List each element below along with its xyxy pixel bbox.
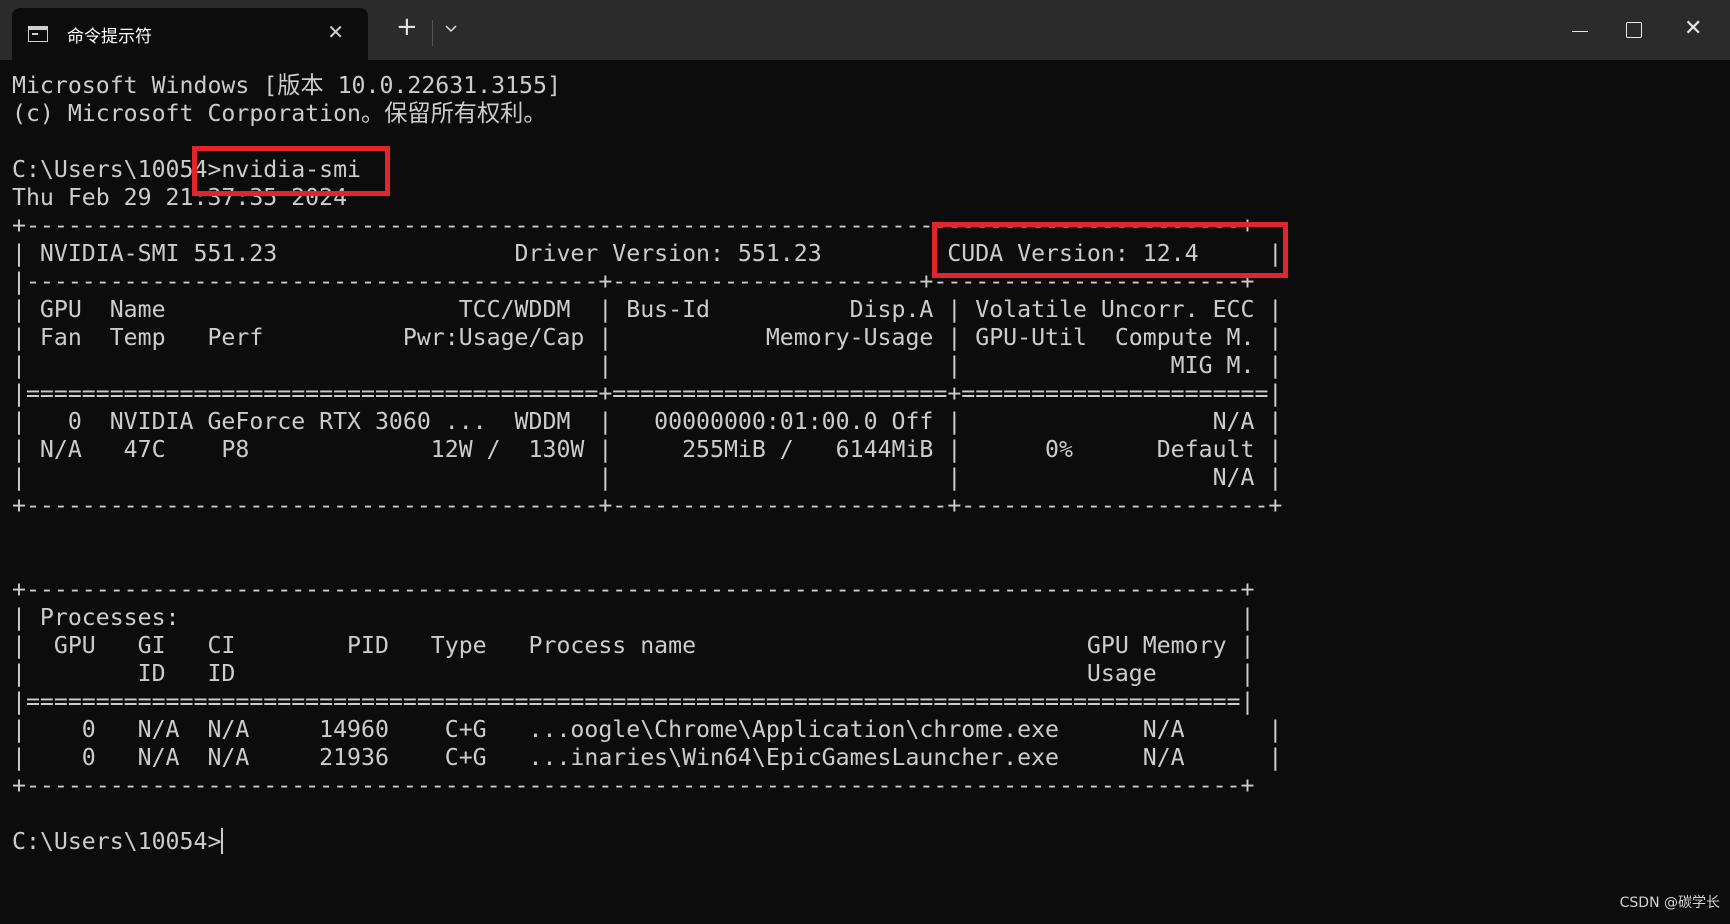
tab-close-icon[interactable]: ✕ [327, 20, 344, 44]
terminal-line: | 0 NVIDIA GeForce RTX 3060 ... WDDM | 0… [12, 408, 1283, 435]
terminal-line: | | | MIG M. | [12, 352, 1283, 379]
terminal-line: | NVIDIA-SMI 551.23 Driver Version: 551.… [12, 240, 1283, 267]
tab-command-prompt[interactable]: 命令提示符 ✕ [12, 8, 368, 60]
watermark: CSDN @碳学长 [1619, 895, 1720, 911]
terminal-line: Microsoft Windows [版本 10.0.22631.3155] [12, 72, 561, 99]
prompt-text: C:\Users\10054> [12, 828, 222, 855]
terminal-line: +---------------------------------------… [12, 212, 1255, 239]
terminal-line: | N/A 47C P8 12W / 130W | 255MiB / 6144M… [12, 436, 1283, 463]
terminal-line: | 0 N/A N/A 21936 C+G ...inaries\Win64\E… [12, 744, 1283, 771]
terminal-line: | GPU Name TCC/WDDM | Bus-Id Disp.A | Vo… [12, 296, 1283, 323]
new-tab-plus-icon[interactable]: + [396, 14, 418, 40]
terminal-line: Thu Feb 29 21:37:35 2024 [12, 184, 348, 211]
tab-divider [432, 20, 433, 46]
terminal-line: (c) Microsoft Corporation。保留所有权利。 [12, 100, 547, 127]
terminal-line: |---------------------------------------… [12, 268, 1255, 295]
terminal-output[interactable]: Microsoft Windows [版本 10.0.22631.3155] (c… [12, 72, 1282, 856]
terminal-line: +---------------------------------------… [12, 576, 1255, 603]
terminal-line: | Fan Temp Perf Pwr:Usage/Cap | Memory-U… [12, 324, 1283, 351]
close-icon: ✕ [1684, 16, 1703, 41]
terminal-line: +---------------------------------------… [12, 772, 1255, 799]
terminal-line: +---------------------------------------… [12, 492, 1283, 519]
close-window-button[interactable]: ✕ [1662, 0, 1724, 60]
terminal-line: | Processes: | [12, 604, 1255, 631]
maximize-button[interactable] [1603, 0, 1665, 60]
minimize-button[interactable] [1548, 0, 1610, 60]
terminal-line: |=======================================… [12, 688, 1255, 715]
terminal-line: | ID ID Usage | [12, 660, 1255, 687]
terminal-line: |=======================================… [12, 380, 1283, 407]
chevron-down-icon[interactable] [444, 20, 458, 34]
terminal-line: C:\Users\10054>nvidia-smi [12, 156, 362, 183]
maximize-icon [1626, 22, 1642, 38]
terminal-line: | 0 N/A N/A 14960 C+G ...oogle\Chrome\Ap… [12, 716, 1283, 743]
text-cursor [221, 828, 224, 854]
title-bar: 命令提示符 ✕ + ✕ [0, 0, 1730, 60]
tab-title: 命令提示符 [67, 27, 152, 47]
minimize-icon [1572, 31, 1588, 32]
terminal-line: | GPU GI CI PID Type Process name GPU Me… [12, 632, 1255, 659]
terminal-line: | | | N/A | [12, 464, 1283, 491]
prompt-line[interactable]: C:\Users\10054> [12, 828, 1282, 856]
terminal-icon [28, 26, 48, 42]
